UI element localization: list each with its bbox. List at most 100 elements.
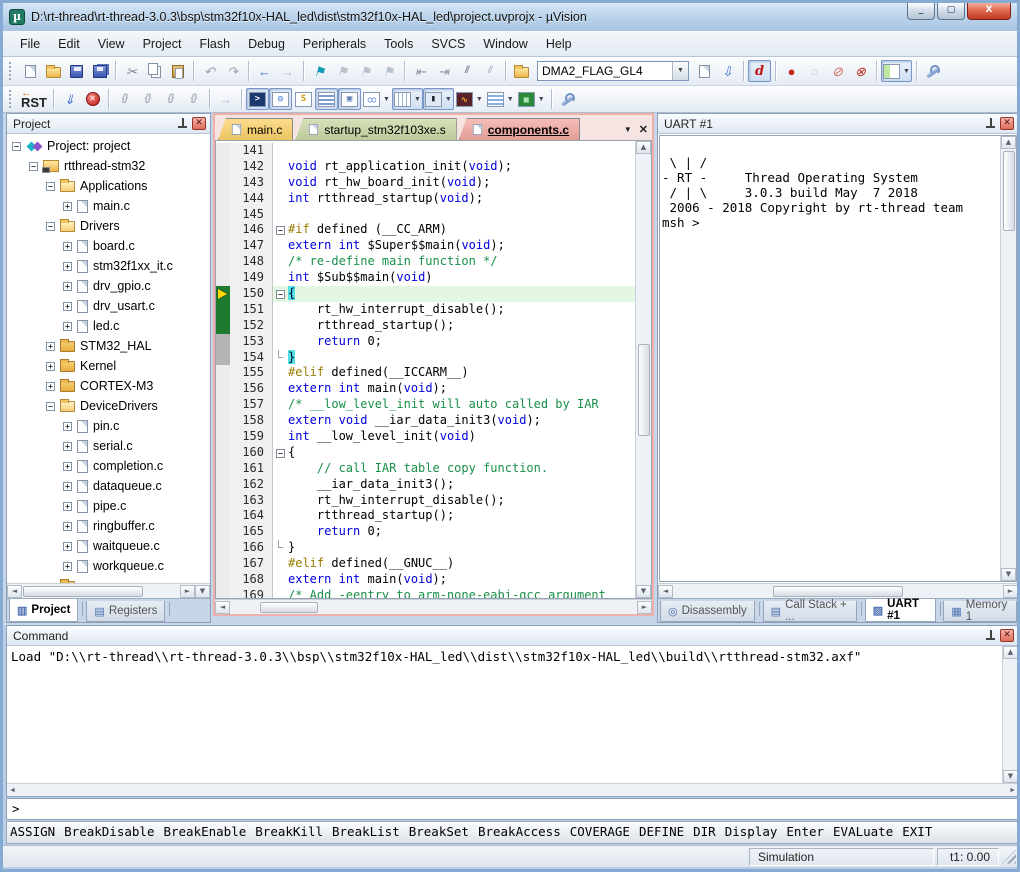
lookup-word-button[interactable] (693, 60, 716, 82)
command-window-button[interactable]: > (246, 88, 269, 110)
start-stop-debug-button[interactable]: d (748, 60, 771, 82)
menu-tools[interactable]: Tools (375, 33, 422, 55)
copy-button[interactable] (143, 60, 166, 82)
tree-expander[interactable]: + (63, 522, 72, 531)
tree-expander[interactable]: + (63, 422, 72, 431)
tree-expander[interactable]: + (63, 302, 72, 311)
search-combobox[interactable]: ▼ (537, 61, 689, 81)
command-keyword-dir[interactable]: DIR (693, 826, 716, 839)
tree-expander[interactable]: − (46, 402, 55, 411)
code-line[interactable]: 145 (216, 207, 635, 223)
configure-target-button[interactable] (921, 60, 944, 82)
code-line[interactable]: 141 (216, 143, 635, 159)
command-keyword-assign[interactable]: ASSIGN (10, 826, 55, 839)
memory-windows-button[interactable]: ▼ (392, 88, 423, 110)
fold-collapse-icon[interactable]: − (276, 449, 285, 458)
run-to-cursor-button[interactable]: {} (182, 88, 205, 110)
code-line[interactable]: 159int __low_level_init(void) (216, 429, 635, 445)
tab-project[interactable]: ▥Project (9, 599, 78, 622)
tree-expander[interactable]: + (63, 542, 72, 551)
trace-windows-button[interactable]: ▼ (485, 88, 516, 110)
menu-flash[interactable]: Flash (190, 33, 239, 55)
scroll-thumb[interactable] (638, 344, 650, 436)
window-layout-button[interactable]: ▼ (881, 60, 912, 82)
scroll-down-icon[interactable]: ▼ (636, 585, 651, 598)
close-panel-icon[interactable]: ✕ (1000, 117, 1014, 130)
tree-expander[interactable]: − (12, 142, 21, 151)
command-vscrollbar[interactable]: ▲ ▼ (1002, 646, 1018, 783)
code-line[interactable]: 169/* Add -eentry to arm-none-eabi-gcc a… (216, 588, 635, 598)
kill-all-breakpoints-button[interactable]: ⊗ (849, 60, 872, 82)
show-next-statement-button[interactable]: → (214, 88, 237, 110)
code-line[interactable]: 160−{ (216, 445, 635, 461)
command-keyword-breakaccess[interactable]: BreakAccess (478, 826, 561, 839)
new-file-button[interactable] (19, 60, 42, 82)
code-line[interactable]: 151 rt_hw_interrupt_disable(); (216, 302, 635, 318)
editor-hscrollbar[interactable]: ◄ ► (215, 599, 652, 614)
scroll-right-icon[interactable]: ► (1003, 585, 1018, 598)
scroll-up-icon[interactable]: ▲ (1001, 136, 1016, 149)
tree-item[interactable] (7, 576, 210, 583)
paste-button[interactable] (166, 60, 189, 82)
search-input[interactable] (538, 64, 672, 78)
disassembly-window-button[interactable]: ◎ (269, 88, 292, 110)
tree-item-drv-usart-c[interactable]: +drv_usart.c (7, 296, 210, 316)
insert-breakpoint-button[interactable]: ● (780, 60, 803, 82)
scroll-left-icon[interactable]: ◄ (658, 585, 673, 598)
scroll-right-icon[interactable]: ► (637, 601, 652, 614)
incremental-find-button[interactable]: ⇩ (716, 60, 739, 82)
scroll-thumb[interactable] (773, 586, 903, 597)
command-output[interactable]: Load "D:\\rt-thread\\rt-thread-3.0.3\\bs… (7, 646, 1002, 783)
scroll-right-icon[interactable]: ► (1009, 787, 1016, 794)
resize-grip[interactable] (1002, 850, 1016, 864)
stop-button[interactable]: ✕ (81, 88, 104, 110)
tree-expander[interactable]: + (46, 342, 55, 351)
step-over-button[interactable]: {} (136, 88, 159, 110)
tree-expander[interactable]: + (63, 442, 72, 451)
command-keyword-breakset[interactable]: BreakSet (409, 826, 469, 839)
scroll-left-icon[interactable]: ◄ (7, 585, 22, 598)
tree-item-project-project[interactable]: −Project: project (7, 136, 210, 156)
menu-window[interactable]: Window (474, 33, 536, 55)
tree-expander[interactable]: + (63, 262, 72, 271)
command-keyword-exit[interactable]: EXIT (902, 826, 932, 839)
tree-item-devicedrivers[interactable]: −DeviceDrivers (7, 396, 210, 416)
tree-item-workqueue-c[interactable]: +workqueue.c (7, 556, 210, 576)
tree-expander[interactable]: + (63, 462, 72, 471)
step-button[interactable]: {} (113, 88, 136, 110)
command-keyword-breakkill[interactable]: BreakKill (255, 826, 323, 839)
code-line[interactable]: 165 return 0; (216, 524, 635, 540)
tree-item-led-c[interactable]: +led.c (7, 316, 210, 336)
command-keyword-display[interactable]: Display (725, 826, 778, 839)
navigate-forward-button[interactable]: → (276, 60, 299, 82)
close-panel-icon[interactable]: ✕ (1000, 629, 1014, 642)
clear-bookmarks-button[interactable]: ⚑ (377, 60, 400, 82)
tree-item-completion-c[interactable]: +completion.c (7, 456, 210, 476)
watch-windows-button[interactable]: ▼ (361, 88, 392, 110)
tab-list-icon[interactable]: ▼ (624, 125, 632, 134)
command-keyword-evaluate[interactable]: EVALuate (833, 826, 893, 839)
system-viewer-windows-button[interactable]: ▦▼ (516, 88, 547, 110)
serial-windows-button[interactable]: ▮▼ (423, 88, 454, 110)
editor-tab-components-c[interactable]: components.c (459, 118, 580, 140)
tree-item-serial-c[interactable]: +serial.c (7, 436, 210, 456)
tree-item-ringbuffer-c[interactable]: +ringbuffer.c (7, 516, 210, 536)
disable-all-breakpoints-button[interactable]: ⊘ (826, 60, 849, 82)
scroll-thumb[interactable] (1003, 151, 1015, 231)
code-line[interactable]: 162 __iar_data_init3(); (216, 477, 635, 493)
pin-icon[interactable] (986, 630, 995, 641)
code-line[interactable]: 156extern int main(void); (216, 381, 635, 397)
pin-icon[interactable] (178, 118, 187, 129)
save-button[interactable] (65, 60, 88, 82)
code-line[interactable]: 146−#if defined (__CC_ARM) (216, 222, 635, 238)
tree-item-main-c[interactable]: +main.c (7, 196, 210, 216)
scroll-down-icon[interactable]: ▼ (195, 585, 210, 598)
code-line[interactable]: 166} (216, 540, 635, 556)
command-keyword-breaklist[interactable]: BreakList (332, 826, 400, 839)
toolbar-grip[interactable] (9, 62, 14, 80)
menu-view[interactable]: View (89, 33, 134, 55)
toggle-bookmark-button[interactable]: ⚑ (308, 60, 331, 82)
tab-uart-#1[interactable]: ▨UART #1 (865, 599, 936, 622)
command-keyword-enter[interactable]: Enter (786, 826, 824, 839)
tree-expander[interactable]: − (29, 162, 38, 171)
